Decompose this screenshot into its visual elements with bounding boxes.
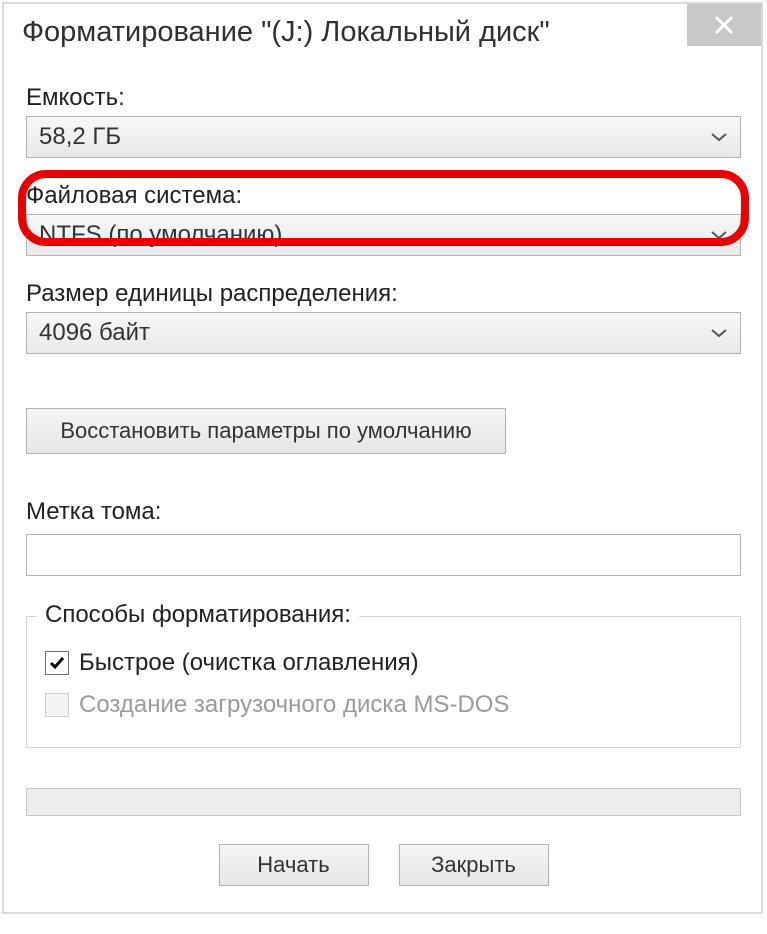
msdos-boot-checkbox <box>45 693 69 717</box>
quick-format-row: Быстрое (очистка оглавления) <box>45 649 722 677</box>
quick-format-label: Быстрое (очистка оглавления) <box>79 649 419 677</box>
progress-bar <box>26 788 741 816</box>
volume-label-input[interactable] <box>26 534 741 576</box>
format-options-legend: Способы форматирования: <box>37 601 359 629</box>
titlebar: Форматирование "(J:) Локальный диск" <box>4 4 761 60</box>
format-dialog: Форматирование "(J:) Локальный диск" Емк… <box>2 2 763 914</box>
capacity-value: 58,2 ГБ <box>39 123 121 151</box>
msdos-boot-row: Создание загрузочного диска MS-DOS <box>45 691 722 719</box>
close-button[interactable]: Закрыть <box>399 844 549 886</box>
window-title: Форматирование "(J:) Локальный диск" <box>22 16 550 49</box>
capacity-label: Емкость: <box>26 84 741 112</box>
volume-label-label: Метка тома: <box>26 498 741 526</box>
restore-defaults-button[interactable]: Восстановить параметры по умолчанию <box>26 408 506 454</box>
allocation-dropdown[interactable]: 4096 байт <box>26 312 741 354</box>
chevron-down-icon <box>710 131 728 143</box>
chevron-down-icon <box>710 327 728 339</box>
filesystem-label: Файловая система: <box>26 182 741 210</box>
dialog-content: Емкость: 58,2 ГБ Файловая система: NTFS … <box>4 60 761 912</box>
close-icon[interactable] <box>687 4 761 46</box>
format-options-group: Способы форматирования: Быстрое (очистка… <box>26 616 741 748</box>
capacity-dropdown[interactable]: 58,2 ГБ <box>26 116 741 158</box>
dialog-buttons: Начать Закрыть <box>26 844 741 886</box>
filesystem-dropdown[interactable]: NTFS (по умолчанию) <box>26 214 741 256</box>
filesystem-section: Файловая система: NTFS (по умолчанию) <box>26 174 741 256</box>
filesystem-value: NTFS (по умолчанию) <box>39 221 282 249</box>
allocation-value: 4096 байт <box>39 319 150 347</box>
msdos-boot-label: Создание загрузочного диска MS-DOS <box>79 691 509 719</box>
start-button[interactable]: Начать <box>219 844 369 886</box>
allocation-label: Размер единицы распределения: <box>26 280 741 308</box>
chevron-down-icon <box>710 229 728 241</box>
quick-format-checkbox[interactable] <box>45 651 69 675</box>
